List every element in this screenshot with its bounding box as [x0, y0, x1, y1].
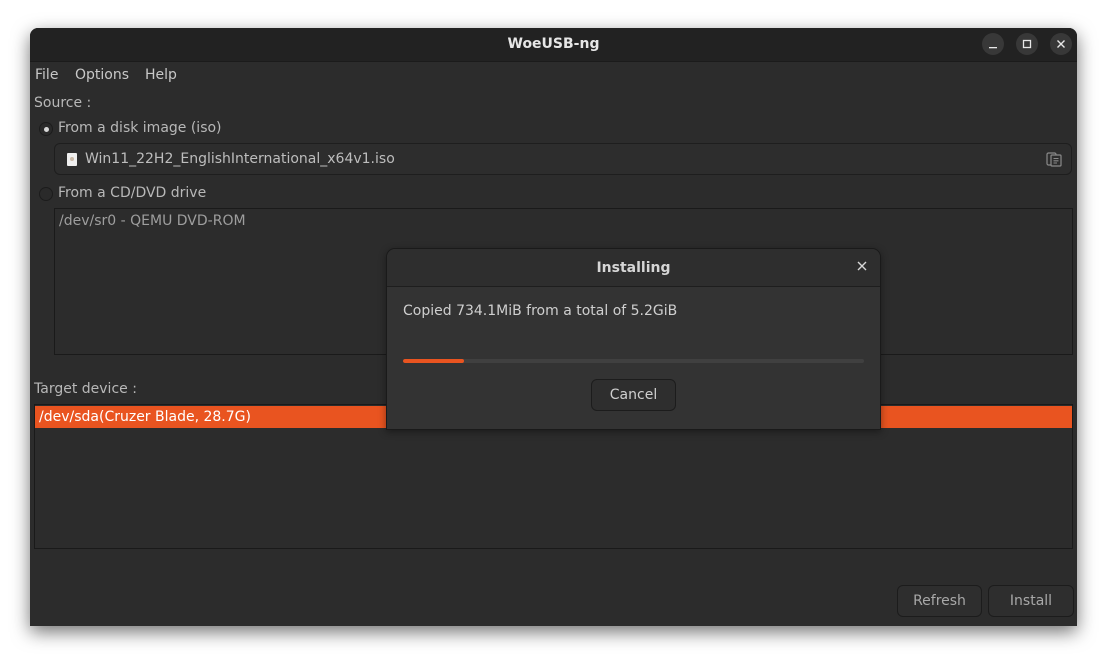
- progress-bar: [403, 359, 864, 363]
- close-button[interactable]: [1050, 33, 1072, 55]
- maximize-icon: [1022, 39, 1032, 49]
- browse-file-icon[interactable]: [1046, 151, 1062, 167]
- disk-image-radio[interactable]: [39, 122, 53, 136]
- refresh-button[interactable]: Refresh: [897, 585, 982, 617]
- install-button[interactable]: Install: [988, 585, 1074, 617]
- cd-drive-option-label[interactable]: From a CD/DVD drive: [58, 185, 206, 201]
- title-bar[interactable]: WoeUSB-ng: [30, 28, 1077, 62]
- close-icon: [1057, 40, 1065, 48]
- iso-file-name: Win11_22H2_EnglishInternational_x64v1.is…: [85, 151, 395, 167]
- close-icon[interactable]: [854, 258, 870, 274]
- progress-bar-fill: [403, 359, 465, 363]
- progress-message: Copied 734.1MiB from a total of 5.2GiB: [403, 303, 678, 319]
- menu-file[interactable]: File: [35, 67, 58, 83]
- dialog-title: Installing: [596, 260, 671, 276]
- maximize-button[interactable]: [1016, 33, 1038, 55]
- menu-bar: File Options Help: [30, 62, 1077, 88]
- iso-file-chooser[interactable]: Win11_22H2_EnglishInternational_x64v1.is…: [54, 143, 1072, 175]
- menu-help[interactable]: Help: [145, 67, 177, 83]
- menu-options[interactable]: Options: [75, 67, 129, 83]
- cancel-button[interactable]: Cancel: [591, 379, 676, 411]
- disk-image-option-label[interactable]: From a disk image (iso): [58, 120, 222, 136]
- cd-drive-radio[interactable]: [39, 187, 53, 201]
- source-label: Source :: [34, 95, 92, 111]
- window-title: WoeUSB-ng: [507, 36, 600, 52]
- installing-dialog: Installing Copied 734.1MiB from a total …: [386, 248, 881, 430]
- minimize-button[interactable]: [982, 33, 1004, 55]
- dialog-header[interactable]: Installing: [387, 249, 880, 287]
- list-item[interactable]: /dev/sr0 - QEMU DVD-ROM: [55, 210, 1072, 232]
- file-icon: [67, 153, 77, 166]
- minimize-icon: [989, 47, 997, 49]
- target-device-label: Target device :: [34, 381, 137, 397]
